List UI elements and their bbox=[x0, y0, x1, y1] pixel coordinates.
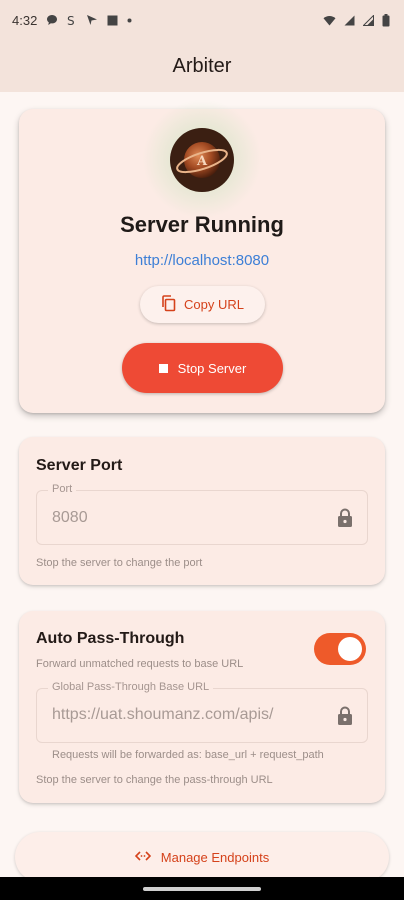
stop-server-label: Stop Server bbox=[177, 360, 247, 376]
send-icon bbox=[86, 14, 98, 26]
server-url-link[interactable]: http://localhost:8080 bbox=[19, 252, 385, 269]
pass-through-hint: Stop the server to change the pass-throu… bbox=[36, 774, 273, 786]
base-url-field-value: https://uat.shoumanz.com/apis/ bbox=[52, 706, 274, 723]
copy-icon bbox=[161, 294, 176, 315]
message-icon bbox=[46, 14, 58, 26]
pass-through-toggle[interactable] bbox=[314, 633, 366, 665]
app-bar: Arbiter bbox=[0, 40, 404, 92]
svg-text:A: A bbox=[196, 154, 208, 169]
manage-endpoints-label: Manage Endpoints bbox=[160, 849, 270, 865]
signal-icon bbox=[344, 15, 355, 26]
pass-through-card: Auto Pass-Through Forward unmatched requ… bbox=[19, 611, 385, 803]
stop-icon bbox=[158, 363, 168, 373]
base-url-field-label: Global Pass-Through Base URL bbox=[48, 681, 214, 693]
status-bar-right bbox=[323, 13, 390, 27]
app-title: Arbiter bbox=[172, 54, 232, 77]
port-field[interactable]: Port 8080 bbox=[36, 483, 368, 545]
copy-url-label: Copy URL bbox=[184, 297, 244, 312]
port-field-value: 8080 bbox=[52, 509, 88, 526]
code-icon bbox=[134, 850, 151, 865]
signal-icon bbox=[363, 14, 374, 26]
server-port-title: Server Port bbox=[36, 457, 123, 474]
navigation-bar bbox=[0, 877, 404, 900]
server-port-card: Server Port Port 8080 Stop the server to… bbox=[19, 437, 385, 585]
pass-through-subtitle: Forward unmatched requests to base URL bbox=[36, 658, 244, 670]
lock-icon bbox=[337, 706, 353, 731]
home-handle[interactable] bbox=[143, 887, 261, 891]
base-url-helper: Requests will be forwarded as: base_url … bbox=[52, 749, 324, 761]
app-logo-icon: A bbox=[170, 128, 234, 192]
server-status-title: Server Running bbox=[120, 212, 284, 237]
square-icon bbox=[107, 15, 118, 26]
manage-endpoints-button[interactable]: Manage Endpoints bbox=[15, 832, 389, 882]
status-time: 4:32 bbox=[12, 12, 38, 28]
toggle-knob bbox=[338, 637, 362, 661]
port-field-label: Port bbox=[48, 483, 77, 495]
battery-icon bbox=[382, 13, 390, 27]
copy-url-button[interactable]: Copy URL bbox=[140, 286, 265, 323]
stop-server-button[interactable]: Stop Server bbox=[122, 343, 283, 393]
s-logo-icon: S bbox=[67, 14, 77, 27]
port-hint: Stop the server to change the port bbox=[36, 557, 203, 569]
svg-text:S: S bbox=[67, 14, 75, 27]
dot-icon bbox=[127, 18, 132, 23]
status-bar-left: 4:32 S bbox=[12, 13, 132, 28]
server-status-card: A Server Running http://localhost:8080 C… bbox=[19, 99, 385, 413]
pass-through-title: Auto Pass-Through bbox=[36, 630, 185, 647]
lock-icon bbox=[337, 508, 353, 533]
status-bar: 4:32 S bbox=[0, 0, 404, 40]
base-url-field[interactable]: Global Pass-Through Base URL https://uat… bbox=[36, 681, 368, 743]
wifi-icon bbox=[323, 15, 336, 26]
